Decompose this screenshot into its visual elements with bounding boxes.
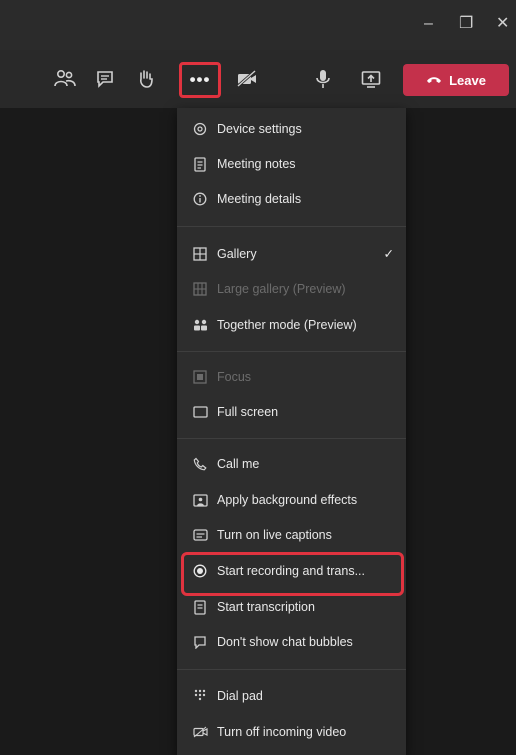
highlight-start-recording (181, 552, 404, 596)
more-actions-button[interactable]: ••• (179, 62, 221, 98)
menu-item-incoming-video[interactable]: Turn off incoming video (177, 717, 406, 747)
camera-off-icon[interactable] (234, 66, 260, 92)
more-actions-menu: Device settings Meeting notes Meeting de… (177, 108, 406, 755)
menu-item-label: Full screen (217, 405, 279, 419)
menu-item-live-captions[interactable]: Turn on live captions (177, 520, 406, 550)
menu-item-gallery[interactable]: Gallery ✓ (177, 239, 406, 269)
dial-pad-icon (192, 688, 208, 704)
large-gallery-icon (192, 281, 208, 297)
menu-item-label: Gallery (217, 247, 257, 261)
menu-item-label: Don't show chat bubbles (217, 635, 353, 649)
menu-item-large-gallery: Large gallery (Preview) (177, 274, 406, 304)
menu-item-focus: Focus (177, 362, 406, 392)
full-screen-icon (192, 404, 208, 420)
share-screen-icon[interactable] (358, 66, 384, 92)
info-icon (192, 191, 208, 207)
close-button[interactable]: ✕ (496, 14, 509, 34)
menu-item-label: Apply background effects (217, 493, 358, 507)
chat-icon[interactable] (92, 66, 118, 92)
notes-icon (192, 156, 208, 172)
menu-separator (177, 669, 406, 670)
minimize-button[interactable]: – (424, 14, 433, 34)
raise-hand-icon[interactable] (133, 66, 159, 92)
menu-separator (177, 351, 406, 352)
phone-icon (192, 456, 208, 472)
leave-button[interactable]: Leave (403, 64, 509, 96)
menu-item-label: Large gallery (Preview) (217, 282, 346, 296)
menu-item-meeting-notes[interactable]: Meeting notes (177, 149, 406, 179)
menu-item-device-settings[interactable]: Device settings (177, 114, 406, 144)
checkmark-icon: ✓ (383, 247, 394, 261)
menu-item-background-effects[interactable]: Apply background effects (177, 485, 406, 515)
gallery-icon (192, 246, 208, 262)
gear-icon (192, 121, 208, 137)
menu-item-label: Call me (217, 457, 260, 471)
menu-item-full-screen[interactable]: Full screen (177, 397, 406, 427)
menu-item-call-me[interactable]: Call me (177, 449, 406, 479)
microphone-icon[interactable] (310, 66, 336, 92)
menu-item-label: Meeting details (217, 192, 302, 206)
menu-item-chat-bubbles[interactable]: Don't show chat bubbles (177, 627, 406, 657)
transcription-icon (192, 599, 208, 615)
menu-item-dial-pad[interactable]: Dial pad (177, 681, 406, 711)
more-actions-icon: ••• (189, 70, 211, 89)
people-icon[interactable] (52, 66, 78, 92)
captions-icon (192, 527, 208, 543)
together-mode-icon (192, 317, 208, 333)
menu-item-label: Turn off incoming video (217, 725, 347, 739)
menu-item-label: Start transcription (217, 600, 315, 614)
background-effects-icon (192, 492, 208, 508)
menu-item-label: Focus (217, 370, 252, 384)
chat-bubble-icon (192, 634, 208, 650)
leave-label: Leave (449, 72, 486, 88)
menu-separator (177, 438, 406, 439)
menu-item-label: Dial pad (217, 689, 263, 703)
focus-icon (192, 369, 208, 385)
menu-separator (177, 226, 406, 227)
menu-item-together-mode[interactable]: Together mode (Preview) (177, 310, 406, 340)
title-bar: – ❐ ✕ (0, 0, 516, 50)
menu-item-label: Turn on live captions (217, 528, 332, 542)
menu-item-label: Meeting notes (217, 157, 296, 171)
menu-item-label: Device settings (217, 122, 302, 136)
maximize-button[interactable]: ❐ (459, 14, 473, 34)
hang-up-icon (426, 73, 442, 88)
menu-item-label: Together mode (Preview) (217, 318, 357, 332)
menu-item-start-transcription[interactable]: Start transcription (177, 592, 406, 622)
incoming-video-off-icon (192, 724, 208, 740)
menu-item-meeting-details[interactable]: Meeting details (177, 184, 406, 214)
